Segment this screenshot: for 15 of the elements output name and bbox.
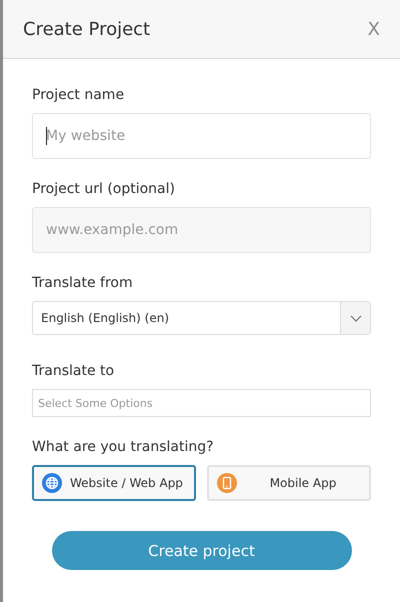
chevron-down-icon bbox=[350, 314, 362, 322]
field-label: Project url (optional) bbox=[32, 181, 176, 197]
language-select[interactable]: English (English) (en) bbox=[32, 301, 371, 335]
text-field[interactable]: My website bbox=[32, 113, 371, 159]
globe-icon bbox=[42, 473, 62, 493]
field-label: Translate to bbox=[32, 363, 116, 379]
question-label: What are you translating? bbox=[32, 439, 215, 455]
phone-icon bbox=[217, 473, 237, 493]
field-label: Translate from bbox=[32, 275, 134, 291]
text-cursor bbox=[46, 127, 47, 145]
dialog-title: Create Project bbox=[23, 18, 150, 40]
text-field[interactable]: www.example.com bbox=[32, 207, 371, 253]
field-label: Project name bbox=[32, 87, 126, 103]
type-option[interactable]: Mobile App bbox=[207, 465, 371, 501]
type-option[interactable]: Website / Web App bbox=[32, 465, 196, 501]
